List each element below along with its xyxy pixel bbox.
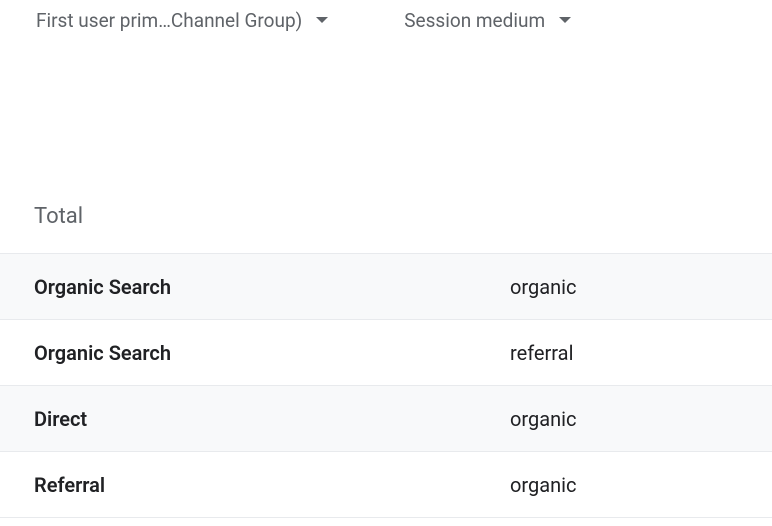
dimension-header: First user prim…Channel Group) Session m… (0, 0, 772, 40)
table-row[interactable]: Referral organic (0, 452, 772, 518)
total-label: Total (0, 40, 772, 253)
cell-secondary-dimension: organic (510, 407, 576, 431)
chevron-down-icon (559, 17, 571, 23)
cell-secondary-dimension: organic (510, 275, 576, 299)
cell-primary-dimension: Organic Search (34, 341, 510, 365)
cell-primary-dimension: Referral (34, 473, 510, 497)
secondary-dimension-label: Session medium (404, 9, 545, 32)
data-table: Organic Search organic Organic Search re… (0, 253, 772, 518)
cell-primary-dimension: Direct (34, 407, 510, 431)
chevron-down-icon (316, 17, 328, 23)
cell-secondary-dimension: organic (510, 473, 576, 497)
cell-secondary-dimension: referral (510, 341, 573, 365)
cell-primary-dimension: Organic Search (34, 275, 510, 299)
table-row[interactable]: Direct organic (0, 386, 772, 452)
table-row[interactable]: Organic Search organic (0, 254, 772, 320)
primary-dimension-label: First user prim…Channel Group) (36, 9, 302, 32)
table-row[interactable]: Organic Search referral (0, 320, 772, 386)
primary-dimension-selector[interactable]: First user prim…Channel Group) (28, 5, 336, 36)
secondary-dimension-selector[interactable]: Session medium (396, 5, 579, 36)
